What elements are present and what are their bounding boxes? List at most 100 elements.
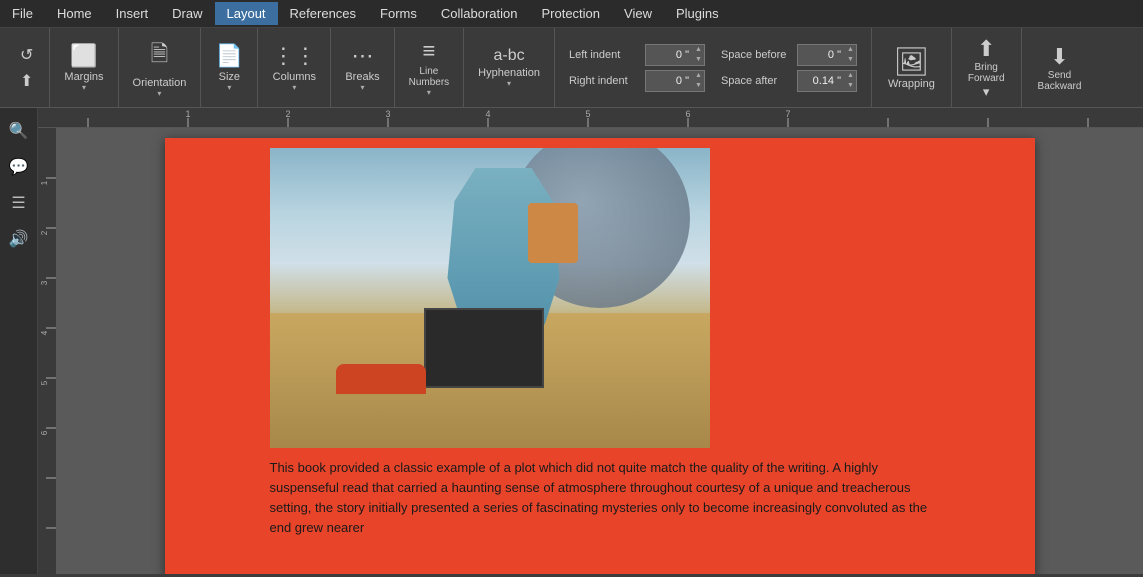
page-image[interactable] (270, 148, 710, 448)
comments-sidebar-icon[interactable]: 💬 (4, 152, 34, 182)
columns-group: ⋮⋮ Columns ▾ (258, 28, 331, 107)
columns-label: Columns (273, 71, 316, 83)
hyphenation-icon: a-bc (494, 47, 525, 65)
hyphenation-button[interactable]: a-bc Hyphenation ▾ (470, 33, 548, 103)
svg-text:3: 3 (385, 109, 390, 119)
left-indent-up-arrow[interactable]: ▲ (695, 45, 702, 55)
columns-arrow-icon: ▾ (292, 83, 296, 92)
svg-text:5: 5 (585, 109, 590, 119)
bring-forward-label: BringForward (968, 62, 1005, 84)
menu-item-home[interactable]: Home (45, 2, 104, 25)
line-numbers-button[interactable]: ≡ LineNumbers ▾ (401, 33, 458, 103)
line-numbers-label: LineNumbers (409, 66, 450, 88)
margins-icon: ⬜ (70, 43, 97, 69)
margins-arrow-icon: ▾ (82, 83, 86, 92)
send-backward-button[interactable]: ⬇ SendBackward (1028, 33, 1092, 103)
space-before-input[interactable]: 0 " ▲ ▼ (797, 44, 857, 66)
breaks-label: Breaks (345, 71, 379, 83)
svg-text:2: 2 (285, 109, 290, 119)
right-indent-label: Right indent (569, 75, 641, 87)
paste-button[interactable]: ⬆ (14, 68, 39, 94)
menu-item-draw[interactable]: Draw (160, 2, 214, 25)
space-after-up-arrow[interactable]: ▲ (847, 71, 854, 81)
vertical-ruler: 1 2 3 4 5 6 (38, 128, 56, 574)
menu-item-plugins[interactable]: Plugins (664, 2, 731, 25)
collage-bag (528, 203, 578, 263)
svg-text:6: 6 (40, 430, 49, 435)
document-area: This book provided a classic example of … (56, 128, 1143, 574)
hyphenation-group: a-bc Hyphenation ▾ (464, 28, 555, 107)
orientation-label: Orientation (133, 77, 187, 89)
undo-button[interactable]: ↺ (14, 42, 39, 68)
right-indent-down-arrow[interactable]: ▼ (695, 81, 702, 91)
wrapping-label: Wrapping (888, 78, 935, 90)
right-indent-up-arrow[interactable]: ▲ (695, 71, 702, 81)
space-after-label: Space after (721, 75, 793, 87)
orientation-button[interactable]: 🗎 Orientation ▾ (125, 33, 195, 103)
columns-icon: ⋮⋮ (272, 43, 316, 69)
menu-item-insert[interactable]: Insert (104, 2, 161, 25)
size-icon: 📄 (216, 43, 243, 69)
orientation-icon: 🗎 (151, 37, 169, 75)
search-sidebar-icon[interactable]: 🔍 (4, 116, 34, 146)
breaks-group: ⋯ Breaks ▾ (331, 28, 394, 107)
space-before-label: Space before (721, 49, 793, 61)
page-paragraph: This book provided a classic example of … (270, 458, 930, 539)
left-indent-input[interactable]: 0 " ▲ ▼ (645, 44, 705, 66)
quick-access-group: ↺ ⬆ (4, 28, 50, 107)
size-group: 📄 Size ▾ (201, 28, 258, 107)
bring-forward-icon: ⬆ (977, 36, 995, 62)
toolbar: ↺ ⬆ ⬜ Margins ▾ 🗎 Orientation ▾ 📄 Size ▾ (0, 28, 1143, 108)
v-ruler-svg: 1 2 3 4 5 6 (38, 128, 56, 574)
margins-button[interactable]: ⬜ Margins ▾ (56, 33, 111, 103)
wrapping-icon: 🖼 (894, 45, 930, 78)
menu-item-view[interactable]: View (612, 2, 664, 25)
columns-button[interactable]: ⋮⋮ Columns ▾ (264, 33, 324, 103)
space-before-up-arrow[interactable]: ▲ (847, 45, 854, 55)
menu-item-layout[interactable]: Layout (215, 2, 278, 25)
left-indent-down-arrow[interactable]: ▼ (695, 55, 702, 65)
media-sidebar-icon[interactable]: 🔊 (4, 224, 34, 254)
margins-label: Margins (64, 71, 103, 83)
send-backward-group: ⬇ SendBackward (1022, 28, 1098, 107)
right-indent-input[interactable]: 0 " ▲ ▼ (645, 70, 705, 92)
horizontal-ruler: 1 2 3 4 5 6 7 (38, 108, 1143, 128)
svg-text:1: 1 (185, 109, 190, 119)
space-after-down-arrow[interactable]: ▼ (847, 81, 854, 91)
indent-spacing-group: Left indent 0 " ▲ ▼ Right indent 0 " ▲ ▼ (555, 28, 872, 107)
svg-text:3: 3 (40, 280, 49, 285)
bring-forward-arrow-icon: ▾ (983, 84, 990, 100)
collage-car (336, 364, 426, 394)
wrapping-button[interactable]: 🖼 Wrapping (878, 33, 945, 103)
breaks-arrow-icon: ▾ (360, 83, 364, 92)
document-page: This book provided a classic example of … (165, 138, 1035, 574)
svg-text:1: 1 (40, 180, 49, 185)
left-sidebar: 🔍 💬 ☰ 🔊 (0, 108, 38, 574)
size-button[interactable]: 📄 Size ▾ (207, 33, 251, 103)
line-numbers-arrow-icon: ▾ (427, 88, 431, 97)
menu-item-protection[interactable]: Protection (529, 2, 612, 25)
space-before-down-arrow[interactable]: ▼ (847, 55, 854, 65)
breaks-icon: ⋯ (351, 43, 373, 69)
svg-text:4: 4 (40, 330, 49, 335)
menu-item-collaboration[interactable]: Collaboration (429, 2, 530, 25)
paste-icon: ⬆ (20, 71, 33, 91)
collage-image (270, 148, 710, 448)
menu-item-file[interactable]: File (0, 2, 45, 25)
space-after-value: 0.14 " (798, 75, 845, 87)
space-after-input[interactable]: 0.14 " ▲ ▼ (797, 70, 857, 92)
navigation-sidebar-icon[interactable]: ☰ (4, 188, 34, 218)
space-before-value: 0 " (798, 49, 845, 61)
svg-text:4: 4 (485, 109, 490, 119)
menu-item-forms[interactable]: Forms (368, 2, 429, 25)
left-indent-value: 0 " (646, 49, 693, 61)
breaks-button[interactable]: ⋯ Breaks ▾ (337, 33, 387, 103)
bring-forward-button[interactable]: ⬆ BringForward ▾ (958, 33, 1015, 103)
orientation-arrow-icon: ▾ (157, 89, 161, 98)
svg-text:6: 6 (685, 109, 690, 119)
collage-computer (424, 308, 544, 388)
page-text-content: This book provided a classic example of … (270, 458, 930, 539)
size-arrow-icon: ▾ (227, 83, 231, 92)
svg-text:7: 7 (785, 109, 790, 119)
menu-item-references[interactable]: References (278, 2, 368, 25)
